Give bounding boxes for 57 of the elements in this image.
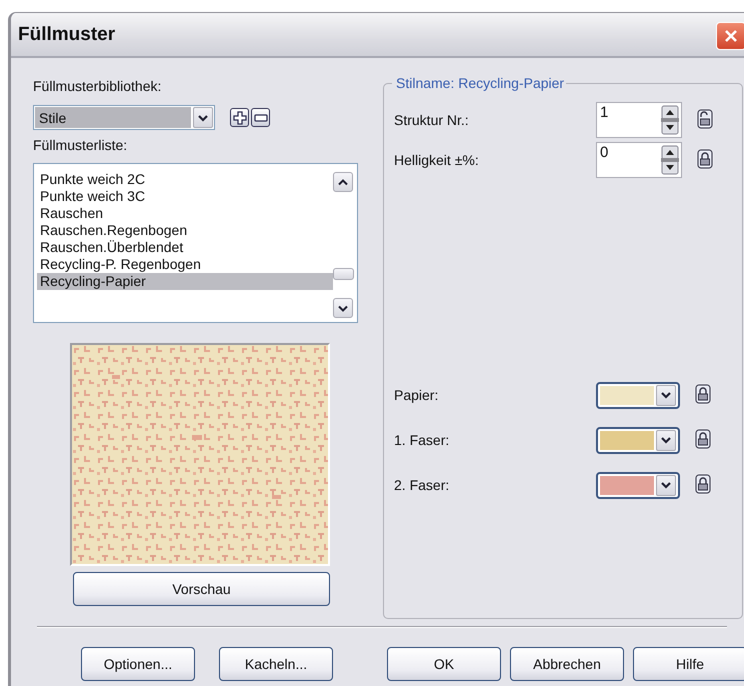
dialog-button[interactable]: OK <box>387 647 501 681</box>
color-dropdown[interactable] <box>596 426 680 454</box>
pattern-list-item[interactable]: Rauschen.Regenbogen <box>37 222 333 239</box>
preview-button[interactable]: Vorschau <box>73 572 330 606</box>
color-dropdown[interactable] <box>596 382 680 408</box>
lock-button[interactable] <box>695 429 713 451</box>
pattern-list-item[interactable]: Rauschen.Überblendet <box>37 239 333 256</box>
field-label: Struktur Nr.: <box>394 112 470 128</box>
dialog-button[interactable]: Optionen... <box>81 647 195 681</box>
dialog-button[interactable]: Hilfe <box>633 647 744 681</box>
field-label: 2. Faser: <box>394 477 450 493</box>
chevron-up-icon <box>338 178 348 186</box>
lock-icon <box>695 474 711 494</box>
field-label: Helligkeit ±%: <box>394 152 480 168</box>
add-button[interactable] <box>230 108 249 127</box>
up-down-arrows-icon <box>661 104 679 134</box>
lock-button[interactable] <box>695 474 713 496</box>
field-label: Papier: <box>394 387 440 403</box>
chevron-down-icon <box>198 114 208 122</box>
number-field[interactable]: 0 <box>596 142 682 178</box>
pattern-list-item[interactable]: Recycling-P. Regenbogen <box>37 256 333 273</box>
number-field[interactable]: 1 <box>596 102 682 138</box>
scroll-down-button[interactable] <box>333 298 353 318</box>
pattern-list-item[interactable]: Punkte weich 3C <box>37 188 333 205</box>
chevron-down-icon <box>338 304 348 312</box>
spin-buttons[interactable] <box>661 104 679 134</box>
pattern-list-item[interactable]: Rauschen <box>37 205 333 222</box>
remove-button[interactable] <box>251 108 270 127</box>
chevron-down-icon <box>661 436 671 444</box>
unlocked-lock-icon <box>697 108 713 128</box>
spin-buttons[interactable] <box>661 144 679 174</box>
plus-icon <box>232 110 246 124</box>
dialog-button[interactable]: Kacheln... <box>219 647 333 681</box>
window-title: Füllmuster <box>18 24 116 46</box>
lock-icon <box>695 429 711 449</box>
library-dropdown[interactable]: Stile <box>33 105 215 130</box>
pattern-list-label: Füllmusterliste: <box>33 137 128 155</box>
chevron-down-icon <box>661 391 671 399</box>
minus-icon <box>254 114 268 122</box>
lock-icon <box>697 148 713 168</box>
up-down-arrows-icon <box>661 144 679 174</box>
pattern-list-item[interactable]: Recycling-Papier <box>37 273 333 290</box>
dialog-button[interactable]: Abbrechen <box>510 647 624 681</box>
close-icon <box>723 28 739 44</box>
style-name-legend: Stilname: Recycling-Papier <box>392 75 566 91</box>
field-label: 1. Faser: <box>394 432 450 448</box>
close-button[interactable] <box>716 22 744 50</box>
scrollbar-thumb[interactable] <box>333 268 354 280</box>
scroll-up-button[interactable] <box>333 172 353 192</box>
library-label: Füllmusterbibliothek: <box>33 78 162 96</box>
lock-button[interactable] <box>695 384 713 406</box>
lock-icon <box>695 384 711 404</box>
color-dropdown[interactable] <box>596 472 680 498</box>
lock-button[interactable] <box>697 108 715 130</box>
lock-button[interactable] <box>697 148 715 170</box>
chevron-down-icon <box>661 481 671 489</box>
pattern-list-item[interactable]: Punkte weich 2C <box>37 171 333 188</box>
